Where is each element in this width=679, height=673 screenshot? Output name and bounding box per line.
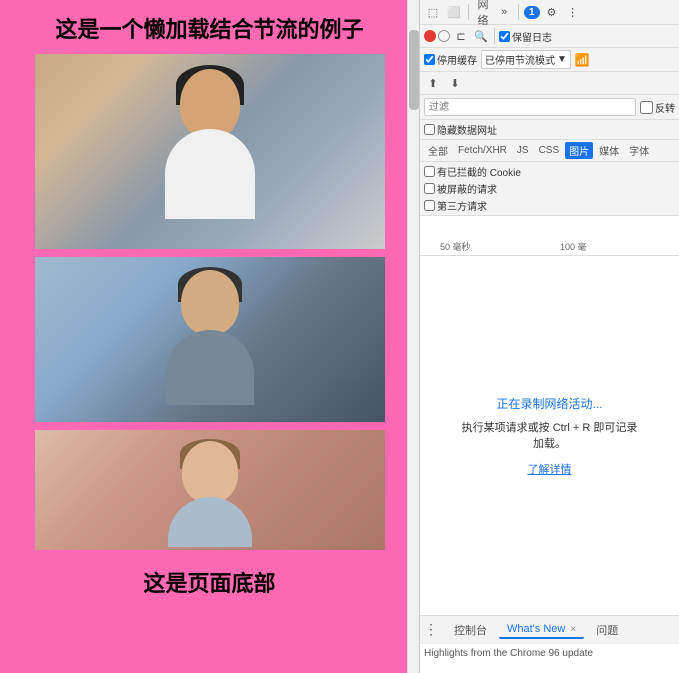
network-controls-row1: ⊏ 🔍 保留日志 xyxy=(420,25,679,48)
hide-data-url-label[interactable]: 隐藏数据网址 xyxy=(424,122,497,137)
toolbar-separator xyxy=(468,4,469,20)
learn-more-link[interactable]: 了解详情 xyxy=(528,461,572,477)
tab-issues[interactable]: 问题 xyxy=(588,620,626,640)
network-tab[interactable]: 网络 xyxy=(474,3,492,21)
devtools-toolbar: ⬚ ⬜ 网络 » 1 ⚙ ⋮ xyxy=(420,0,679,25)
photo-3 xyxy=(35,430,385,550)
recording-info: 执行某项请求或按 Ctrl + R 即可记录 加载。 xyxy=(462,420,638,453)
toolbar-separator2 xyxy=(518,4,519,20)
row1-separator xyxy=(494,28,495,44)
type-img[interactable]: 图片 xyxy=(565,142,593,159)
search-icon[interactable]: 🔍 xyxy=(472,27,490,45)
timeline-label-50: 50 毫秒 xyxy=(440,240,471,253)
photo-1-container xyxy=(35,54,385,249)
inspect-icon[interactable]: ⬚ xyxy=(424,3,442,21)
settings-gear-icon[interactable]: ⚙ xyxy=(543,3,561,21)
person2-figure xyxy=(145,262,275,417)
person1-figure xyxy=(145,59,275,244)
type-js[interactable]: JS xyxy=(513,144,533,157)
dots-menu-icon[interactable]: ⋮ xyxy=(424,621,438,638)
scrollbar[interactable] xyxy=(407,0,419,673)
page-title: 这是一个懒加载结合节流的例子 xyxy=(0,0,419,54)
network-main-content: 正在录制网络活动... 执行某项请求或按 Ctrl + R 即可记录 加载。 了… xyxy=(420,256,679,615)
device-toggle-icon[interactable]: ⬜ xyxy=(445,3,463,21)
filter-icon[interactable]: ⊏ xyxy=(452,27,470,45)
blocked-response-label[interactable]: 被屏蔽的请求 xyxy=(424,181,675,196)
filter-row: 反转 xyxy=(420,95,679,120)
record-button[interactable] xyxy=(424,30,436,42)
type-all[interactable]: 全部 xyxy=(424,142,452,159)
recording-status: 正在录制网络活动... xyxy=(496,395,602,412)
preserve-log-label[interactable]: 保留日志 xyxy=(499,29,552,44)
issues-badge: 1 xyxy=(524,6,540,19)
more-options-icon[interactable]: ⋮ xyxy=(564,3,582,21)
more-tabs-icon[interactable]: » xyxy=(495,3,513,21)
devtools-panel: ⬚ ⬜ 网络 » 1 ⚙ ⋮ ⊏ 🔍 保留日志 停用缓存 已停用节流模式 ▼ 📶 xyxy=(420,0,679,673)
blocked-cookie-checkbox[interactable] xyxy=(424,166,435,177)
type-fetch[interactable]: Fetch/XHR xyxy=(454,144,511,157)
timeline-label-100: 100 毫 xyxy=(560,240,587,253)
blocked-response-checkbox[interactable] xyxy=(424,183,435,194)
filter-checkboxes-row: 隐藏数据网址 xyxy=(420,120,679,140)
network-controls-row2: 停用缓存 已停用节流模式 ▼ 📶 xyxy=(420,48,679,72)
preserve-log-checkbox[interactable] xyxy=(499,31,510,42)
hide-data-url-checkbox[interactable] xyxy=(424,124,435,135)
scrollbar-thumb[interactable] xyxy=(409,30,419,110)
person3-body xyxy=(168,497,252,547)
webpage-panel: 这是一个懒加载结合节流的例子 xyxy=(0,0,420,673)
export-icon[interactable]: ⬇ xyxy=(446,74,464,92)
resource-type-tabs: 全部 Fetch/XHR JS CSS 图片 媒体 字体 xyxy=(420,140,679,162)
bottom-tabs-bar: ⋮ 控制台 What's New × 问题 xyxy=(420,615,679,643)
wifi-icon: 📶 xyxy=(575,53,590,67)
person1-body xyxy=(165,129,255,219)
person2-body xyxy=(166,330,254,405)
network-timeline: 50 毫秒 100 毫 xyxy=(420,216,679,256)
person2-face xyxy=(181,270,239,335)
tab-whats-new[interactable]: What's New × xyxy=(499,621,584,639)
disable-cache-label[interactable]: 停用缓存 xyxy=(424,52,477,67)
photo-1 xyxy=(35,54,385,249)
filter-input[interactable] xyxy=(424,98,636,116)
type-media[interactable]: 媒体 xyxy=(595,142,623,159)
invert-label[interactable]: 反转 xyxy=(640,100,675,115)
type-css[interactable]: CSS xyxy=(535,144,564,157)
tab-console[interactable]: 控制台 xyxy=(446,620,495,640)
stop-button[interactable] xyxy=(438,30,450,42)
third-party-label[interactable]: 第三方请求 xyxy=(424,198,675,213)
person3-figure xyxy=(150,435,270,545)
advanced-filter-row: 有已拦截的 Cookie 被屏蔽的请求 第三方请求 xyxy=(420,162,679,216)
import-icon[interactable]: ⬆ xyxy=(424,74,442,92)
type-font[interactable]: 字体 xyxy=(625,142,653,159)
blocked-cookie-label[interactable]: 有已拦截的 Cookie xyxy=(424,164,675,179)
bottom-tab-content: Highlights from the Chrome 96 update xyxy=(420,643,679,673)
photo-2-container xyxy=(35,257,385,422)
person3-face xyxy=(182,441,238,503)
whats-new-close-icon[interactable]: × xyxy=(570,624,576,635)
photo-3-container xyxy=(35,430,385,550)
throttle-dropdown[interactable]: 已停用节流模式 ▼ xyxy=(481,50,571,69)
page-footer: 这是页面底部 xyxy=(0,558,419,606)
network-controls-row3: ⬆ ⬇ xyxy=(420,72,679,95)
invert-checkbox[interactable] xyxy=(640,101,653,114)
photo-2 xyxy=(35,257,385,422)
third-party-checkbox[interactable] xyxy=(424,200,435,211)
disable-cache-checkbox[interactable] xyxy=(424,54,435,65)
